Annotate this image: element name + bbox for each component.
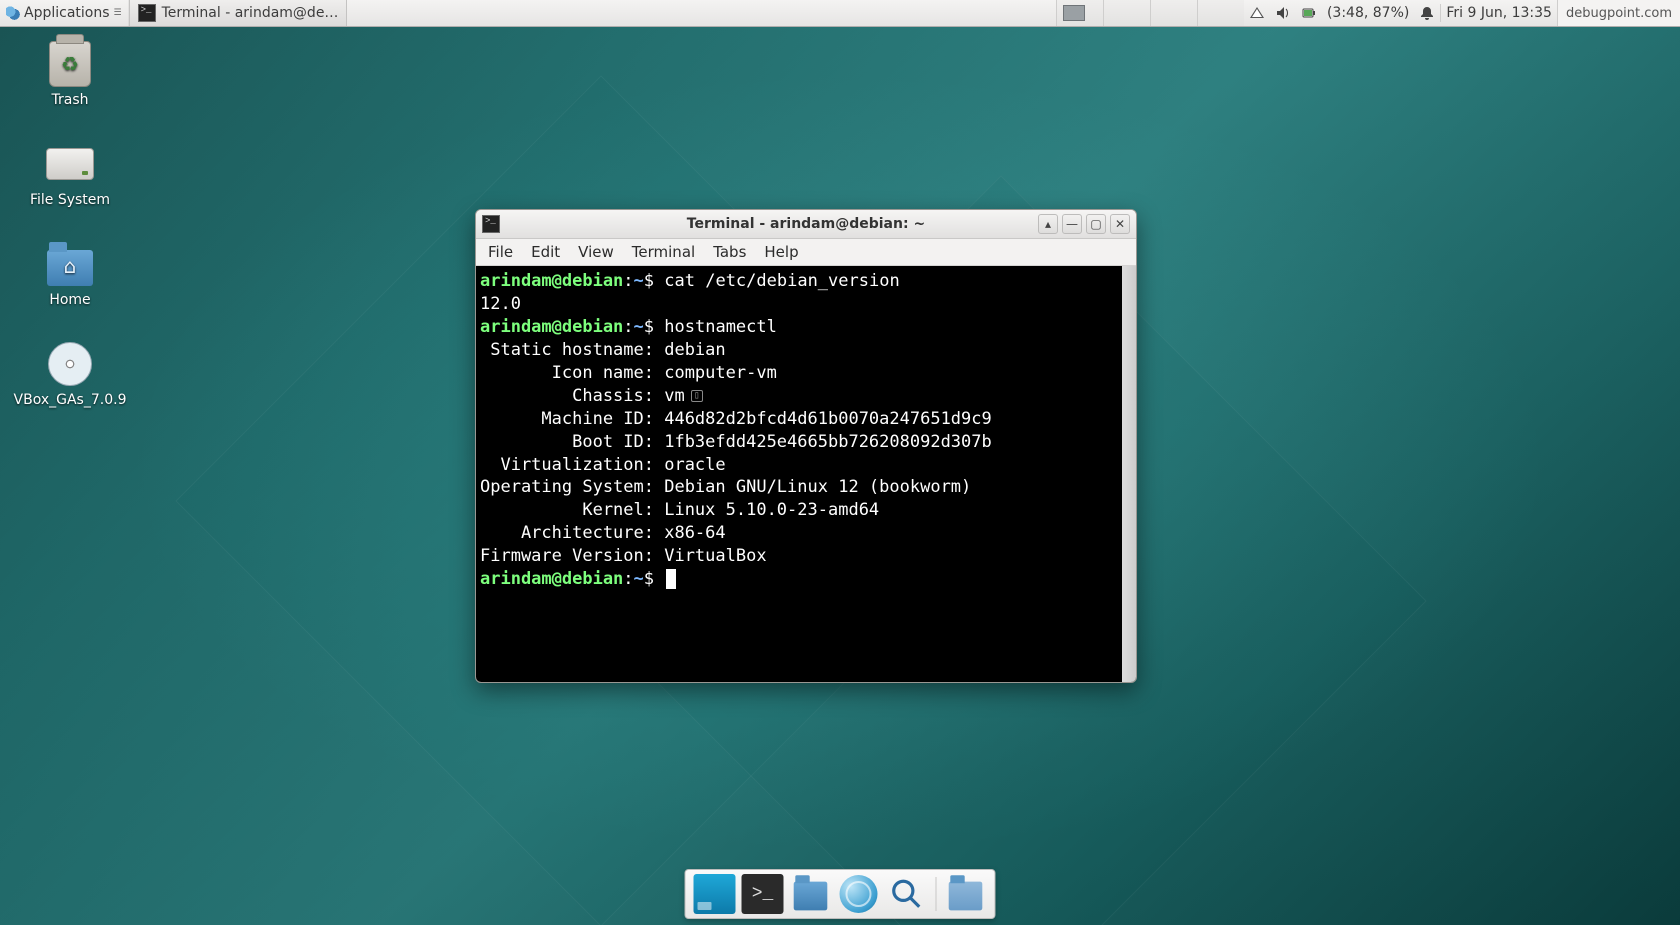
- desktop-icon-label: Home: [49, 292, 90, 308]
- watermark: debugpoint.com: [1557, 0, 1680, 26]
- globe-icon: [840, 875, 878, 913]
- window-maximize-button[interactable]: ▢: [1086, 214, 1106, 234]
- bottom-dock: >_: [685, 869, 996, 919]
- window-title: Terminal - arindam@debian: ~: [476, 216, 1136, 232]
- workspace-4[interactable]: [1197, 0, 1244, 26]
- menu-view[interactable]: View: [570, 241, 622, 263]
- dock-show-desktop[interactable]: [694, 874, 736, 914]
- desktop-icon-home[interactable]: Home: [20, 240, 120, 308]
- applications-menu-label: Applications: [24, 5, 110, 21]
- workspace-3[interactable]: [1150, 0, 1197, 26]
- workspace-1[interactable]: [1056, 0, 1103, 26]
- desktop-icon-label: Trash: [52, 92, 89, 108]
- dock-web-browser[interactable]: [838, 874, 880, 914]
- desktop-icon-filesystem[interactable]: File System: [20, 140, 120, 208]
- terminal-icon: [138, 4, 156, 22]
- menu-chevron-icon: ☰: [114, 8, 122, 18]
- workspace-switcher[interactable]: [1056, 0, 1244, 26]
- dock-separator: [936, 877, 937, 911]
- dock-terminal[interactable]: >_: [742, 874, 784, 914]
- applications-menu[interactable]: Applications ☰: [0, 0, 129, 26]
- notifications-icon[interactable]: [1414, 0, 1440, 26]
- trash-icon: [49, 41, 91, 87]
- dock-file-manager[interactable]: [790, 874, 832, 914]
- menu-file[interactable]: File: [480, 241, 521, 263]
- workspace-2[interactable]: [1103, 0, 1150, 26]
- terminal-window[interactable]: Terminal - arindam@debian: ~ ▴ — ▢ ✕ Fil…: [475, 209, 1137, 683]
- folder-icon: [949, 882, 983, 911]
- magnifier-icon: [890, 877, 924, 911]
- volume-icon[interactable]: [1270, 0, 1296, 26]
- home-folder-icon: [47, 250, 93, 286]
- network-icon[interactable]: [1244, 0, 1270, 26]
- dock-app-finder[interactable]: [886, 874, 928, 914]
- window-shade-button[interactable]: ▴: [1038, 214, 1058, 234]
- top-panel: Applications ☰ Terminal - arindam@de… (3…: [0, 0, 1680, 27]
- battery-icon[interactable]: [1296, 0, 1322, 26]
- dock-home-folder[interactable]: [945, 874, 987, 914]
- window-close-button[interactable]: ✕: [1110, 214, 1130, 234]
- taskbar-button-terminal[interactable]: Terminal - arindam@de…: [129, 0, 348, 26]
- battery-text: (3:48, 87%): [1322, 0, 1414, 26]
- folder-icon: [794, 882, 828, 911]
- menu-terminal[interactable]: Terminal: [624, 241, 703, 263]
- clock[interactable]: Fri 9 Jun, 13:35: [1441, 0, 1557, 26]
- desktop-icon-trash[interactable]: Trash: [20, 40, 120, 108]
- menu-tabs[interactable]: Tabs: [705, 241, 754, 263]
- terminal-scrollbar[interactable]: [1122, 266, 1136, 682]
- menu-edit[interactable]: Edit: [523, 241, 568, 263]
- drive-icon: [46, 148, 94, 180]
- desktop-icon-label: File System: [30, 192, 110, 208]
- desktop-icon-label: VBox_GAs_7.0.9: [14, 392, 127, 408]
- desktop-icons: Trash File System Home VBox_GAs_7.0.9: [20, 40, 120, 408]
- panel-spacer: [347, 0, 1056, 26]
- system-tray: (3:48, 87%) Fri 9 Jun, 13:35: [1244, 0, 1557, 26]
- desktop-icon-vbox[interactable]: VBox_GAs_7.0.9: [20, 340, 120, 408]
- menu-help[interactable]: Help: [756, 241, 806, 263]
- disc-icon: [48, 342, 92, 386]
- window-titlebar[interactable]: Terminal - arindam@debian: ~ ▴ — ▢ ✕: [476, 210, 1136, 239]
- terminal-output[interactable]: arindam@debian:~$ cat /etc/debian_versio…: [476, 266, 1136, 682]
- taskbar-button-label: Terminal - arindam@de…: [162, 5, 339, 21]
- xfce-logo-icon: [6, 6, 20, 20]
- window-app-icon: [482, 215, 500, 233]
- window-minimize-button[interactable]: —: [1062, 214, 1082, 234]
- window-menubar: File Edit View Terminal Tabs Help: [476, 239, 1136, 266]
